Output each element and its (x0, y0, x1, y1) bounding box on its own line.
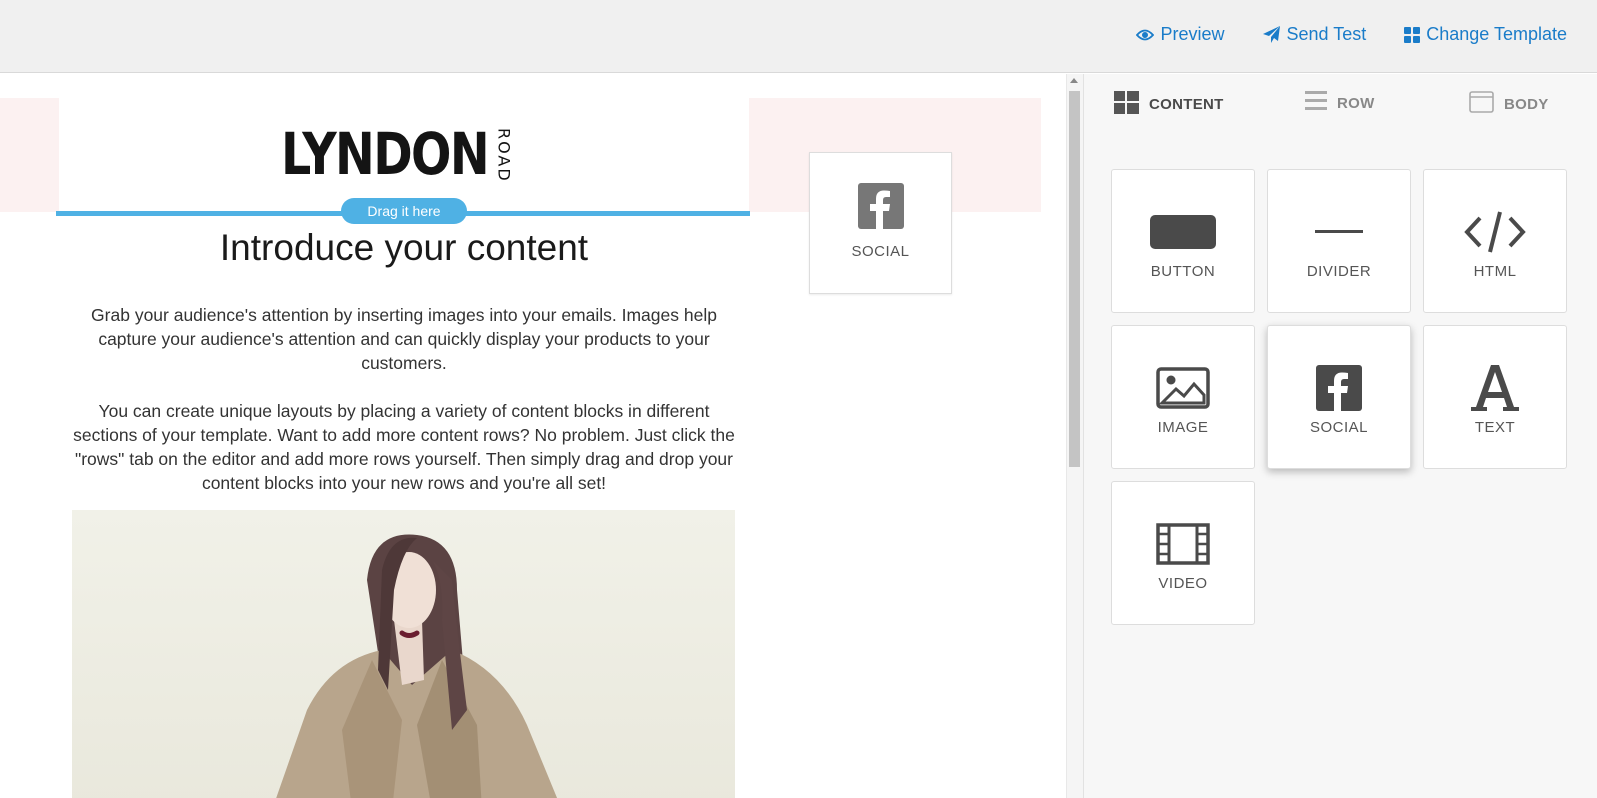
eye-icon (1136, 28, 1155, 42)
block-button-label: BUTTON (1150, 263, 1216, 280)
content-image[interactable] (72, 510, 735, 798)
panel-tabs: CONTENT ROW BODY (1084, 91, 1597, 131)
film-icon (1112, 516, 1254, 572)
send-test-label: Send Test (1286, 24, 1367, 44)
block-html[interactable]: HTML (1423, 169, 1567, 313)
logo-main-text: LYNDON (281, 120, 490, 188)
preview-button[interactable]: Preview (1136, 24, 1225, 45)
template-grid-icon (1404, 26, 1421, 43)
content-paragraph-1[interactable]: Grab your audience's attention by insert… (69, 303, 739, 375)
block-divider-label: DIVIDER (1306, 263, 1372, 280)
block-image[interactable]: IMAGE (1111, 325, 1255, 469)
divider-icon (1268, 204, 1410, 260)
image-icon (1112, 360, 1254, 416)
tab-body[interactable]: BODY (1469, 91, 1549, 117)
window-icon (1469, 91, 1494, 117)
tab-row[interactable]: ROW (1305, 91, 1375, 115)
facebook-icon (1268, 360, 1410, 416)
tab-body-label: BODY (1504, 95, 1549, 113)
brand-logo[interactable]: LYNDON ROAD (281, 120, 514, 188)
top-toolbar: Preview Send Test Change Template (0, 0, 1597, 73)
scrollbar-thumb[interactable] (1069, 91, 1080, 467)
change-template-button[interactable]: Change Template (1404, 24, 1567, 45)
block-social-label: SOCIAL (1309, 419, 1369, 436)
block-text-label: TEXT (1474, 419, 1516, 436)
block-video[interactable]: VIDEO (1111, 481, 1255, 625)
block-image-label: IMAGE (1157, 419, 1209, 436)
block-text[interactable]: TEXT (1423, 325, 1567, 469)
paper-plane-icon (1262, 26, 1281, 43)
logo-sub-text: ROAD (494, 128, 514, 183)
code-icon (1424, 204, 1566, 260)
scroll-up-arrow[interactable] (1070, 78, 1078, 83)
send-test-button[interactable]: Send Test (1262, 24, 1367, 45)
block-button[interactable]: BUTTON (1111, 169, 1255, 313)
drop-hint-badge: Drag it here (341, 198, 467, 224)
tab-content-label: CONTENT (1149, 96, 1224, 113)
button-icon (1112, 204, 1254, 260)
facebook-icon (858, 183, 904, 234)
model-photo-illustration (72, 510, 735, 798)
rows-icon (1305, 91, 1327, 115)
content-paragraph-2[interactable]: You can create unique layouts by placing… (69, 399, 739, 495)
dragged-social-block[interactable]: SOCIAL (809, 152, 952, 294)
text-icon (1424, 360, 1566, 416)
block-social[interactable]: SOCIAL (1267, 325, 1411, 469)
toolbar-actions: Preview Send Test Change Template (1136, 24, 1567, 45)
editor-panel: CONTENT ROW BODY BUTTON DIVIDER HTML IMA… (1083, 74, 1597, 798)
preview-label: Preview (1160, 24, 1225, 44)
header-band-left (0, 98, 59, 212)
change-template-label: Change Template (1426, 24, 1567, 44)
dragged-block-label: SOCIAL (851, 243, 910, 260)
block-video-label: VIDEO (1158, 575, 1208, 592)
tab-content[interactable]: CONTENT (1114, 91, 1224, 118)
tab-row-label: ROW (1337, 94, 1375, 112)
block-html-label: HTML (1473, 263, 1517, 280)
email-canvas: LYNDON ROAD Drag it here Introduce your … (0, 74, 1066, 798)
grid-icon (1114, 91, 1139, 118)
block-divider[interactable]: DIVIDER (1267, 169, 1411, 313)
content-heading[interactable]: Introduce your content (59, 226, 749, 270)
